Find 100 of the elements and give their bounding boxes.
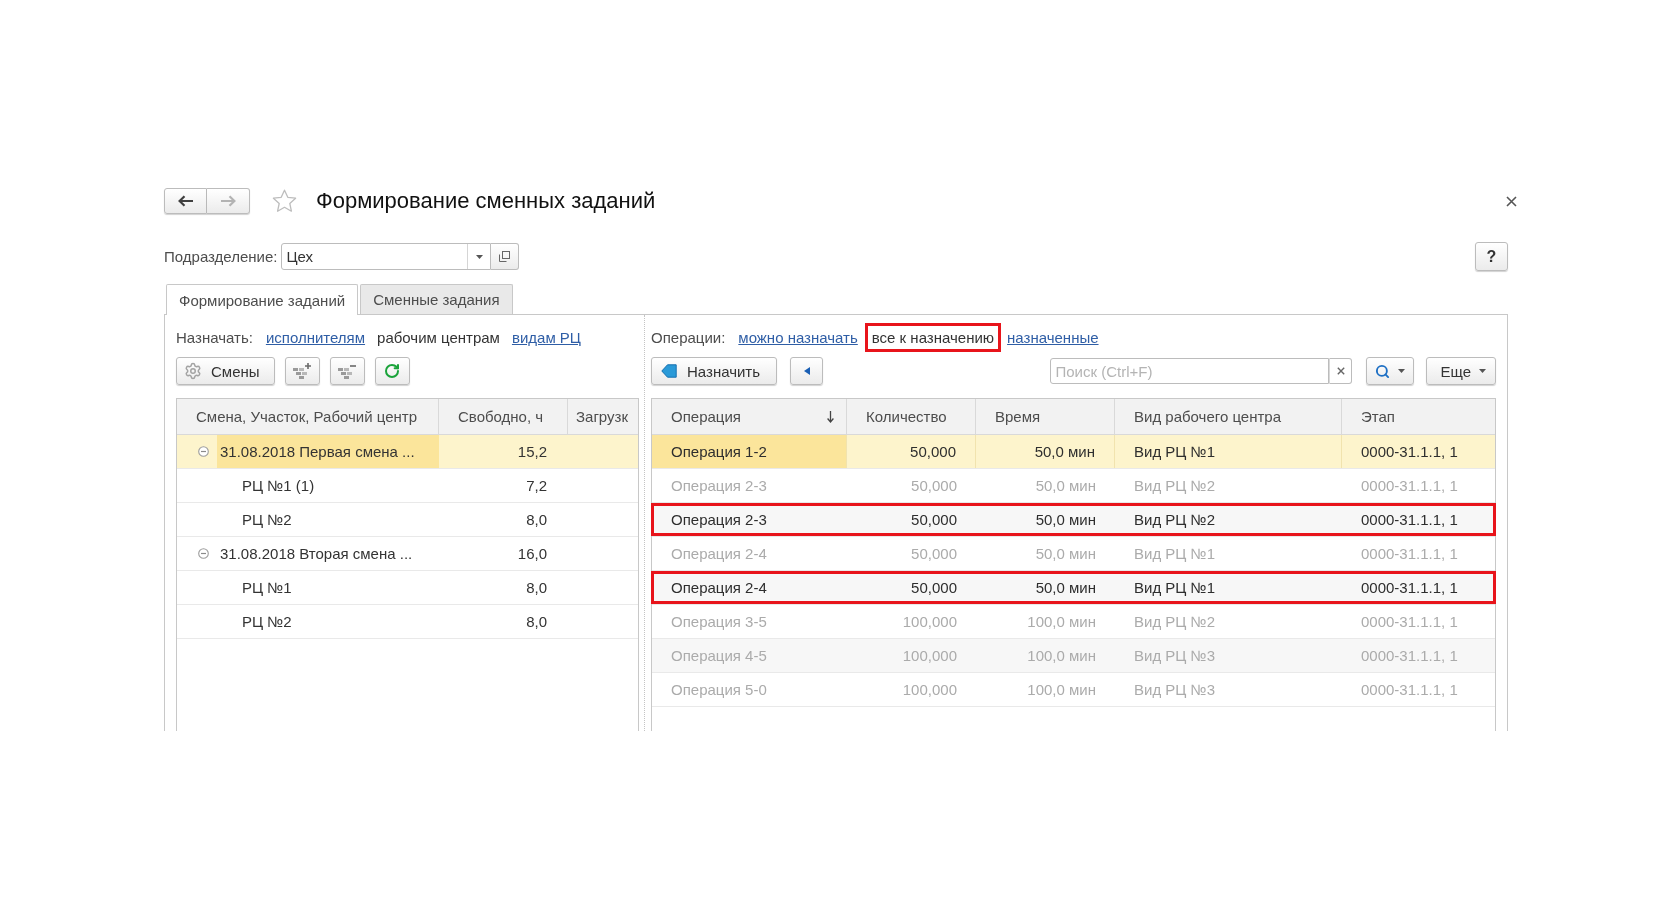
table-cell-text: 0000-31.1.1, 1 bbox=[1360, 646, 1459, 666]
refresh-button[interactable] bbox=[374, 357, 410, 385]
table-cell: Операция 1-2 bbox=[652, 435, 847, 468]
column-header[interactable]: Свободно, ч bbox=[439, 399, 568, 434]
plus-tool-button[interactable] bbox=[284, 357, 320, 385]
help-button[interactable]: ? bbox=[1475, 242, 1508, 271]
tree-item-text: 31.08.2018 Первая смена ... bbox=[217, 435, 439, 468]
shifts-button[interactable]: Смены bbox=[176, 357, 275, 385]
left-arrow-icon bbox=[661, 364, 677, 378]
tab[interactable]: Формирование заданий bbox=[166, 284, 359, 315]
filter-option[interactable]: все к назначению bbox=[864, 322, 1002, 352]
column-header[interactable]: Количество bbox=[847, 399, 976, 434]
filter-option[interactable]: можно назначать bbox=[738, 328, 858, 346]
table-cell-text: 100,0 мин bbox=[1026, 612, 1097, 632]
open-button[interactable] bbox=[491, 243, 520, 270]
return-button[interactable] bbox=[790, 357, 824, 385]
blocks-minus-icon bbox=[337, 362, 358, 380]
table-row[interactable]: Операция 2-4 50,000 50,0 мин Вид РЦ №1 0000-31.1.1, 1 bbox=[652, 571, 1495, 605]
mode-option[interactable]: видам РЦ bbox=[511, 328, 581, 346]
table-cell-text: Вид РЦ №3 bbox=[1133, 680, 1216, 700]
clear-button[interactable] bbox=[1329, 358, 1353, 384]
table-cell-text: 50,0 мин bbox=[1034, 476, 1097, 496]
star-icon[interactable] bbox=[272, 189, 297, 213]
mode-option[interactable]: исполнителям bbox=[265, 328, 366, 346]
tree-item-text: РЦ №1 bbox=[241, 578, 293, 598]
filter-label: Операции: bbox=[651, 328, 726, 346]
table-cell-text: 50,000 bbox=[910, 476, 958, 496]
column-header[interactable]: Смена, Участок, Рабочий центр bbox=[177, 399, 439, 434]
table-cell-text: 0000-31.1.1, 1 bbox=[1360, 544, 1459, 564]
table-row[interactable]: Операция 1-2 50,000 50,0 мин Вид РЦ №1 0000-31.1.1, 1 bbox=[652, 435, 1495, 469]
table-cell-text: 0000-31.1.1, 1 bbox=[1360, 442, 1459, 462]
tree-row[interactable]: 31.08.2018 Первая смена ... 15,2 bbox=[177, 435, 638, 469]
table-cell-text: 50,0 мин bbox=[1034, 510, 1097, 530]
table-cell-text: Операция 2-4 bbox=[670, 578, 768, 598]
minus-tool-button[interactable] bbox=[329, 357, 365, 385]
table-cell-text: 7,2 bbox=[525, 476, 548, 496]
table-cell-text: 100,000 bbox=[901, 646, 958, 666]
table-cell-text: 8,0 bbox=[525, 578, 548, 598]
table-cell-text: 15,2 bbox=[516, 442, 548, 462]
column-header[interactable]: Этап bbox=[1342, 399, 1495, 434]
minus-circle-icon[interactable] bbox=[198, 548, 209, 559]
search-icon bbox=[1375, 363, 1391, 379]
blocks-plus-icon bbox=[292, 362, 313, 380]
mode-option[interactable]: рабочим центрам bbox=[377, 328, 500, 346]
caret-icon bbox=[1398, 369, 1406, 373]
table-cell-text: 50,000 bbox=[910, 544, 958, 564]
table-cell-text: 0000-31.1.1, 1 bbox=[1360, 510, 1459, 530]
table-cell-text: Вид РЦ №2 bbox=[1133, 476, 1216, 496]
table-cell-text: Операция 3-5 bbox=[670, 612, 768, 632]
left-triangle-icon bbox=[803, 367, 810, 375]
table-cell: 50,0 мин bbox=[976, 435, 1115, 468]
search-button[interactable] bbox=[1366, 357, 1415, 385]
table-cell-text: Операция 2-4 bbox=[670, 544, 768, 564]
filter-option[interactable]: назначенные bbox=[1007, 328, 1099, 346]
table-cell-text: 50,0 мин bbox=[1034, 578, 1097, 598]
table-row[interactable]: Операция 2-3 50,000 50,0 мин Вид РЦ №2 0000-31.1.1, 1 bbox=[652, 503, 1495, 537]
table-cell-text: Вид РЦ №2 bbox=[1133, 612, 1216, 632]
caret-icon bbox=[1479, 369, 1486, 373]
table-cell: Вид РЦ №1 bbox=[1115, 435, 1342, 468]
table-cell-text: 100,0 мин bbox=[1026, 646, 1097, 666]
tree-item-text: РЦ №2 bbox=[241, 510, 293, 530]
table-cell-text: 50,000 bbox=[910, 578, 958, 598]
department-dropdown[interactable]: Цех bbox=[281, 243, 492, 270]
mode-label: Назначать: bbox=[176, 328, 253, 346]
close-icon[interactable] bbox=[1506, 195, 1517, 207]
table-cell-text: 0000-31.1.1, 1 bbox=[1360, 680, 1459, 700]
table-cell-text: Операция 5-0 bbox=[670, 680, 768, 700]
gear-icon bbox=[184, 362, 202, 380]
table-cell-text: Операция 4-5 bbox=[670, 646, 768, 666]
tree-item-text: РЦ №1 (1) bbox=[241, 476, 316, 496]
table-cell-text: 100,0 мин bbox=[1026, 680, 1097, 700]
column-header[interactable]: Операция bbox=[652, 399, 847, 434]
table-cell: 50,000 bbox=[847, 435, 976, 468]
tab[interactable]: Сменные задания bbox=[360, 284, 513, 314]
search-field[interactable]: Поиск (Ctrl+F) bbox=[1050, 358, 1330, 384]
column-header[interactable]: Время bbox=[976, 399, 1115, 434]
table-cell-text: 16,0 bbox=[516, 544, 548, 564]
back-button[interactable] bbox=[164, 188, 207, 214]
table-cell-text: 0000-31.1.1, 1 bbox=[1360, 476, 1459, 496]
table-cell-text: Вид РЦ №1 bbox=[1133, 544, 1216, 564]
assign-button[interactable]: Назначить bbox=[651, 357, 778, 385]
table-cell-text: Вид РЦ №3 bbox=[1133, 646, 1216, 666]
window-title: Формирование сменных заданий bbox=[316, 188, 656, 214]
tree-item-text: 31.08.2018 Вторая смена ... bbox=[219, 544, 414, 564]
table-cell-text: 100,000 bbox=[901, 680, 958, 700]
table-cell-text: Вид РЦ №1 bbox=[1133, 578, 1216, 598]
table-cell-text: 0000-31.1.1, 1 bbox=[1360, 578, 1459, 598]
table-cell-text: Операция 2-3 bbox=[670, 510, 768, 530]
more-button[interactable]: Еще bbox=[1426, 357, 1496, 385]
arrow-left-icon bbox=[177, 195, 194, 207]
column-header[interactable]: Вид рабочего центра bbox=[1115, 399, 1342, 434]
table-cell-text: 100,000 bbox=[901, 612, 958, 632]
column-header[interactable]: Загрузк bbox=[568, 399, 640, 434]
table-cell-text: 8,0 bbox=[525, 612, 548, 632]
table-cell-text: 0000-31.1.1, 1 bbox=[1360, 612, 1459, 632]
table-cell-text: 8,0 bbox=[525, 510, 548, 530]
table-cell-text: Операция 2-3 bbox=[670, 476, 768, 496]
refresh-icon bbox=[384, 363, 401, 379]
minus-circle-icon[interactable] bbox=[198, 446, 209, 457]
table-cell-text: Вид РЦ №2 bbox=[1133, 510, 1216, 530]
